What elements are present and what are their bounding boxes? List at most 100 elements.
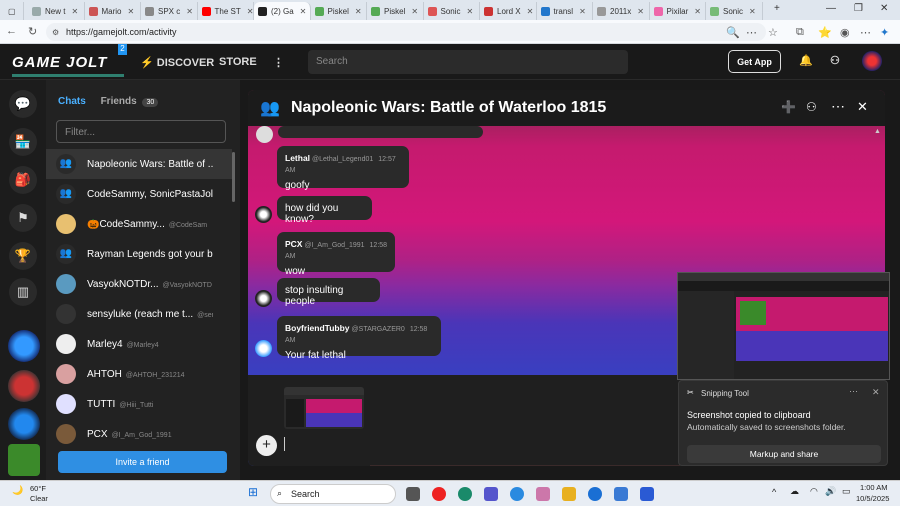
tab-close-icon[interactable]: ✕ — [71, 7, 78, 16]
tab-close-icon[interactable]: ✕ — [694, 7, 701, 16]
chat-list-item[interactable]: 👥 CodeSammy, SonicPastaJolt, ... — [46, 179, 232, 209]
library-icon[interactable]: ▥ — [9, 278, 37, 306]
browser-tab[interactable]: transl ✕ — [537, 2, 593, 20]
chat-list-item[interactable]: VasyokNOTDr... @VasyokNOTD — [46, 269, 232, 299]
bell-icon[interactable]: 🔔 — [799, 54, 813, 67]
toast-close-icon[interactable]: ✕ — [872, 387, 880, 398]
browser-tab[interactable]: Piskel ✕ — [311, 2, 367, 20]
back-icon[interactable]: ← — [6, 25, 17, 37]
friends-icon[interactable]: ⚇ — [830, 54, 840, 67]
tab-close-icon[interactable]: ✕ — [527, 7, 534, 16]
gamejolt-logo[interactable]: GAME JOLT — [12, 54, 107, 71]
chat-list-item[interactable]: 👥 Rayman Legends got your b... — [46, 239, 232, 269]
tab-actions-icon[interactable]: ▢ — [4, 2, 24, 20]
snip-preview[interactable] — [677, 272, 890, 380]
browser-tab[interactable]: Sonic ✕ — [424, 2, 480, 20]
clock-time[interactable]: 1:00 AM — [860, 483, 888, 492]
message-avatar[interactable] — [255, 290, 272, 307]
message-avatar[interactable] — [255, 206, 272, 223]
file-explorer-icon[interactable] — [562, 487, 576, 501]
filter-input[interactable]: Filter... — [56, 120, 226, 143]
cloud-icon[interactable]: ☁ — [790, 486, 799, 497]
tab-close-icon[interactable]: ✕ — [467, 7, 474, 16]
tray-chevron-icon[interactable]: ^ — [772, 487, 776, 497]
close-chat-icon[interactable]: ✕ — [857, 99, 868, 115]
tab-friends[interactable]: Friends — [101, 96, 137, 107]
scroll-up-arrow[interactable]: ▲ — [874, 128, 881, 135]
browser-tab[interactable]: (2) Ga ✕ — [254, 2, 311, 20]
message-avatar[interactable] — [255, 340, 272, 357]
message-username[interactable]: BoyfriendTubby — [285, 323, 350, 333]
store-icon[interactable]: 🏪 — [9, 128, 37, 156]
weather-icon[interactable]: 🌙 — [12, 485, 23, 496]
tab-close-icon[interactable]: ✕ — [300, 7, 307, 16]
opera-icon[interactable] — [432, 487, 446, 501]
store-taskbar-icon[interactable] — [614, 487, 628, 501]
browser-tab[interactable]: The ST ✕ — [198, 2, 254, 20]
browser-tab[interactable]: SPX c ✕ — [141, 2, 198, 20]
url-field[interactable]: https://gamejolt.com/activity — [46, 23, 766, 41]
profile-icon[interactable]: ◉ — [840, 26, 850, 39]
tab-close-icon[interactable]: ✕ — [247, 7, 253, 16]
tab-close-icon[interactable]: ✕ — [186, 7, 193, 16]
minimize-button[interactable]: — — [826, 3, 836, 14]
teams-icon[interactable] — [484, 487, 498, 501]
favorites-icon[interactable]: ⭐ — [818, 26, 832, 39]
message-username[interactable]: Lethal — [285, 153, 310, 163]
weather-temp[interactable]: 60°F — [30, 484, 46, 493]
extensions-icon[interactable]: ⧉ — [796, 26, 804, 39]
copilot-taskbar-icon[interactable] — [536, 487, 550, 501]
browser-tab[interactable]: Lord X ✕ — [480, 2, 537, 20]
site-info-icon[interactable]: ⚙ — [52, 28, 59, 37]
trophy-icon[interactable]: 🏆 — [9, 242, 37, 270]
browser-tab[interactable]: 2011x ✕ — [593, 2, 650, 20]
clock-date[interactable]: 10/5/2025 — [856, 494, 889, 503]
browser-tab[interactable]: Piskel ✕ — [367, 2, 424, 20]
options-icon[interactable]: ⋯ — [831, 98, 845, 115]
browser-icon[interactable] — [510, 487, 524, 501]
more-icon[interactable]: ⋯ — [746, 26, 757, 39]
browser-tab[interactable]: New t ✕ — [28, 2, 85, 20]
chat-list-item[interactable]: AHTOH @AHTOH_231214 — [46, 359, 232, 389]
tab-close-icon[interactable]: ✕ — [355, 7, 362, 16]
taskbar-search[interactable]: ⌕ Search — [270, 484, 396, 504]
wifi-icon[interactable]: ◠ — [810, 486, 818, 497]
site-search-input[interactable]: Search — [308, 50, 628, 74]
new-tab-button[interactable]: + — [774, 3, 780, 14]
chat-list-item[interactable]: sensyluke (reach me t...@sen — [46, 299, 232, 329]
community-avatar-sonic[interactable] — [8, 330, 40, 362]
discover-link[interactable]: ⚡ DISCOVER — [140, 56, 214, 69]
app-taskbar-icon[interactable] — [640, 487, 654, 501]
browser-tab[interactable]: Pixilar ✕ — [650, 2, 706, 20]
chat-list-item[interactable]: 🎃CodeSammy... @CodeSam — [46, 209, 232, 239]
members-icon[interactable]: ⚇ — [806, 100, 817, 114]
community-avatar-creeper[interactable] — [8, 444, 40, 476]
weather-text[interactable]: Clear — [30, 494, 48, 503]
add-member-icon[interactable]: ➕ — [781, 100, 796, 114]
scrollbar[interactable] — [232, 152, 235, 202]
tab-close-icon[interactable]: ✕ — [579, 7, 586, 16]
tab-close-icon[interactable]: ✕ — [411, 7, 418, 16]
menu-icon[interactable]: ⋯ — [860, 26, 871, 39]
chat-list-item[interactable]: 👥 Napoleonic Wars: Battle of ... — [46, 149, 232, 179]
community-avatar-3[interactable] — [8, 408, 40, 440]
quest-icon[interactable]: ⚑ — [9, 204, 37, 232]
chat-list-item[interactable]: TUTTI @Hiii_Tutti — [46, 389, 232, 419]
chat-list-item[interactable]: PCX @I_Am_God_1991 — [46, 419, 232, 449]
user-avatar[interactable] — [862, 51, 882, 71]
maximize-button[interactable]: ❐ — [854, 3, 863, 14]
close-window-button[interactable]: ✕ — [880, 3, 888, 14]
community-avatar-2[interactable] — [8, 370, 40, 402]
star-icon[interactable]: ☆ — [768, 26, 778, 39]
battery-icon[interactable]: ▭ — [842, 486, 851, 497]
toast-more-icon[interactable]: ⋯ — [849, 386, 858, 397]
copilot-icon[interactable]: ✦ — [880, 26, 889, 39]
add-attachment-button[interactable]: + — [256, 435, 277, 456]
message-username[interactable]: PCX — [285, 239, 302, 249]
get-app-button[interactable]: Get App — [728, 50, 781, 73]
backpack-icon[interactable]: 🎒 — [9, 166, 37, 194]
attachment-thumbnail[interactable] — [284, 387, 364, 429]
volume-icon[interactable]: 🔊 — [825, 486, 836, 497]
tab-close-icon[interactable]: ✕ — [749, 7, 756, 16]
more-menu-icon[interactable]: ⋮ — [273, 56, 284, 69]
